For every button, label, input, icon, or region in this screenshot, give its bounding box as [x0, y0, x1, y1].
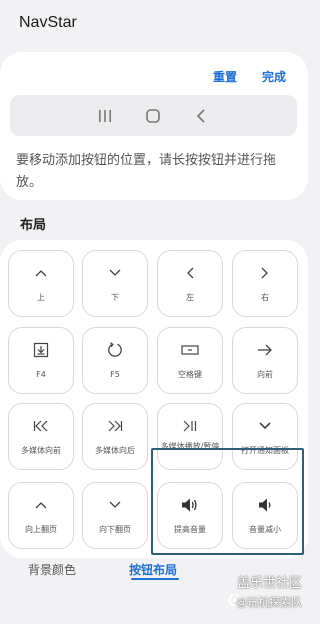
chevron-up-icon: [9, 496, 73, 514]
tile-label: 左: [186, 293, 194, 302]
back-icon[interactable]: [186, 95, 216, 136]
selection-highlight: [151, 448, 304, 555]
recents-icon[interactable]: [90, 95, 120, 136]
navigation-bar-preview: [10, 95, 297, 136]
space-key-icon: [158, 341, 222, 359]
tile-label: 向前: [257, 370, 273, 379]
tile-page-up[interactable]: 向上翻页: [8, 482, 74, 549]
tab-button-layout[interactable]: 按钮布局: [129, 561, 177, 578]
watermark-line1: 盖乐世社区: [236, 576, 302, 591]
chevron-down-icon: [233, 417, 297, 435]
tile-label: 多媒体向前: [21, 446, 61, 455]
active-tab-indicator: [131, 578, 179, 580]
tile-label: 向下翻页: [99, 525, 131, 534]
chevron-down-icon: [83, 264, 147, 282]
tile-right[interactable]: 右: [232, 250, 298, 317]
skip-back-icon: [9, 417, 73, 435]
done-button[interactable]: 完成: [262, 68, 286, 85]
chevron-up-icon: [9, 264, 73, 282]
arrow-right-icon: [233, 341, 297, 359]
play-pause-icon: [158, 417, 222, 435]
navbar-preview-card: 重置 完成 要移动添加按钮的位置，请长按按钮并进行拖放。: [0, 52, 308, 200]
tile-label: 下: [111, 293, 119, 302]
tile-f4[interactable]: F4: [8, 327, 74, 394]
community-watermark: 盖乐世社区 @玩机探索队: [228, 572, 306, 620]
tab-background-color[interactable]: 背景颜色: [28, 561, 76, 578]
tile-up[interactable]: 上: [8, 250, 74, 317]
tile-page-down[interactable]: 向下翻页: [82, 482, 148, 549]
tile-label: 多媒体向后: [95, 446, 135, 455]
chevron-down-icon: [83, 496, 147, 514]
tile-label: 向上翻页: [25, 525, 57, 534]
tile-media-previous[interactable]: 多媒体向前: [8, 403, 74, 470]
tile-label: 上: [37, 293, 45, 302]
download-box-icon: [9, 341, 73, 359]
layout-section-title: 布局: [20, 218, 47, 233]
skip-forward-icon: [83, 417, 147, 435]
chevron-left-icon: [158, 264, 222, 282]
tile-left[interactable]: 左: [157, 250, 223, 317]
tile-forward[interactable]: 向前: [232, 327, 298, 394]
tile-label: 右: [261, 293, 269, 302]
drag-hint-text: 要移动添加按钮的位置，请长按按钮并进行拖放。: [16, 153, 277, 190]
tile-label: F5: [110, 370, 120, 379]
tile-label: 空格键: [178, 370, 202, 379]
tile-down[interactable]: 下: [82, 250, 148, 317]
home-icon[interactable]: [138, 95, 168, 136]
watermark-line2: @玩机探索队: [236, 596, 302, 609]
reset-button[interactable]: 重置: [213, 68, 237, 85]
tile-media-next[interactable]: 多媒体向后: [82, 403, 148, 470]
refresh-icon: [83, 341, 147, 359]
chevron-right-icon: [233, 264, 297, 282]
tile-f5[interactable]: F5: [82, 327, 148, 394]
tile-label: F4: [36, 370, 46, 379]
app-title: NavStar: [19, 14, 77, 31]
tile-space[interactable]: 空格键: [157, 327, 223, 394]
